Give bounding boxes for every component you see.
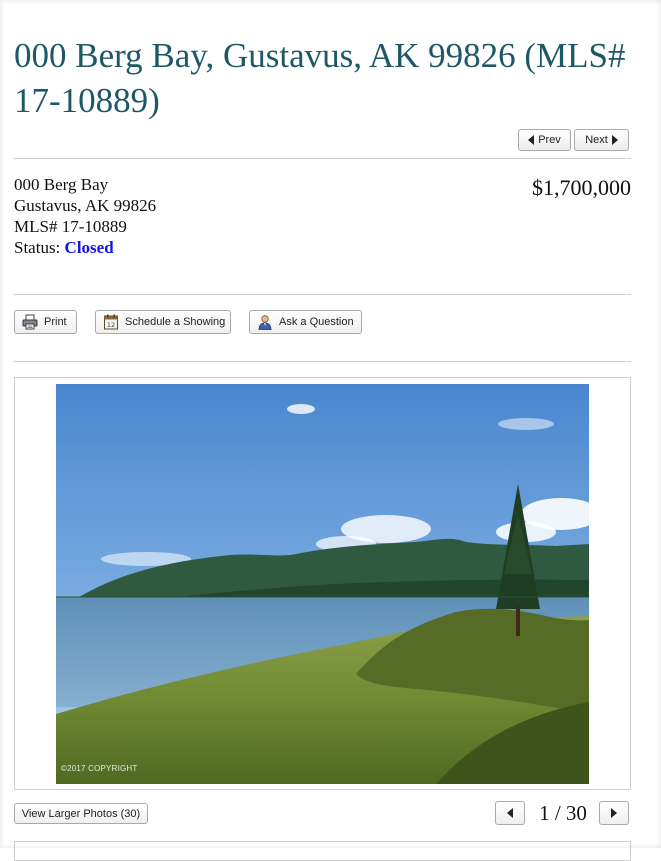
ask-question-button[interactable]: Ask a Question	[249, 310, 362, 334]
printer-icon	[22, 314, 38, 330]
address-line-2: Gustavus, AK 99826	[14, 196, 157, 215]
print-label: Print	[44, 316, 67, 328]
divider	[14, 361, 631, 362]
print-button[interactable]: Print	[14, 310, 77, 334]
listing-photo[interactable]: ©2017 COPYRIGHT	[56, 384, 589, 784]
triangle-right-icon	[611, 808, 617, 818]
photo-gallery: ©2017 COPYRIGHT	[14, 377, 631, 790]
address-line-1: 000 Berg Bay	[14, 175, 109, 194]
ask-label: Ask a Question	[279, 316, 354, 328]
triangle-left-icon	[528, 135, 535, 145]
person-icon	[257, 314, 273, 331]
next-label: Next	[585, 134, 608, 146]
status-line: Status: Closed	[14, 237, 156, 258]
photo-copyright: ©2017 COPYRIGHT	[61, 764, 138, 773]
schedule-label: Schedule a Showing	[125, 316, 226, 328]
calendar-icon: 12	[103, 314, 119, 330]
address-block: 000 Berg Bay Gustavus, AK 99826 MLS# 17-…	[14, 174, 156, 258]
divider	[14, 294, 631, 295]
photo-counter: 1 / 30	[539, 801, 587, 825]
details-panel	[14, 841, 631, 861]
listing-price: $1,700,000	[532, 175, 631, 200]
page-title: 000 Berg Bay, Gustavus, AK 99826 (MLS# 1…	[14, 36, 626, 120]
status-badge: Closed	[64, 238, 114, 257]
photo-prev-button[interactable]	[495, 801, 525, 825]
divider	[14, 158, 631, 159]
schedule-showing-button[interactable]: 12 Schedule a Showing	[95, 310, 231, 334]
next-listing-button[interactable]: Next	[574, 129, 629, 151]
triangle-left-icon	[507, 808, 513, 818]
view-larger-photos-button[interactable]: View Larger Photos (30)	[14, 803, 148, 824]
triangle-right-icon	[611, 135, 618, 145]
prev-label: Prev	[538, 134, 561, 146]
svg-text:12: 12	[107, 321, 115, 329]
photo-next-button[interactable]	[599, 801, 629, 825]
status-label: Status:	[14, 238, 61, 257]
mls-number: MLS# 17-10889	[14, 217, 127, 236]
prev-listing-button[interactable]: Prev	[518, 129, 571, 151]
